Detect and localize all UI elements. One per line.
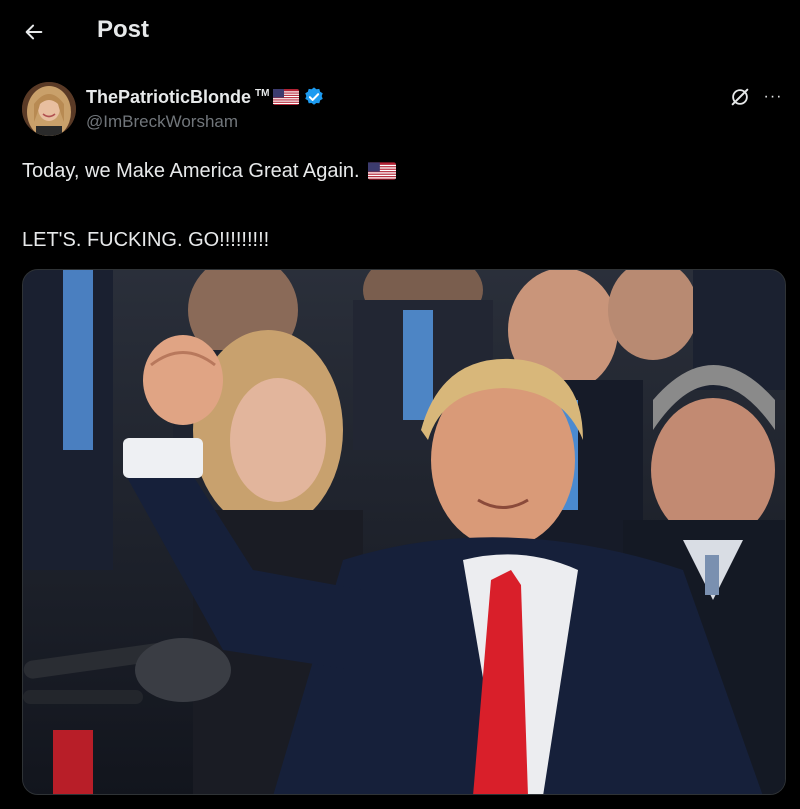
author-handle[interactable]: @ImBreckWorsham — [86, 112, 238, 132]
avatar-image — [22, 82, 76, 136]
trademark-mark: TM — [255, 87, 270, 99]
author-name-row[interactable]: ThePatrioticBlonde TM — [86, 86, 325, 108]
photo-illustration — [23, 270, 785, 794]
back-button[interactable] — [14, 12, 54, 52]
grok-button[interactable] — [722, 82, 758, 112]
post-text-line2: LET'S. FUCKING. GO!!!!!!!!! — [22, 229, 270, 251]
author-display-name: ThePatrioticBlonde — [86, 86, 252, 107]
us-flag-icon — [273, 89, 300, 105]
post-media-image[interactable] — [22, 269, 786, 795]
us-flag-icon — [367, 162, 396, 180]
verified-badge-icon — [305, 87, 324, 105]
post-text-line1: Today, we Make America Great Again. — [22, 158, 782, 184]
arrow-left-icon — [25, 24, 43, 40]
grok-icon — [731, 88, 749, 106]
post-text: Today, we Make America Great Again. — [22, 160, 360, 182]
top-bar: Post — [0, 0, 800, 62]
page-title: Post — [97, 16, 150, 43]
more-options-button[interactable]: ··· — [758, 82, 788, 112]
post-header: ThePatrioticBlonde TM @ImBreckWorsham ··· — [22, 82, 782, 138]
avatar[interactable] — [22, 82, 76, 136]
